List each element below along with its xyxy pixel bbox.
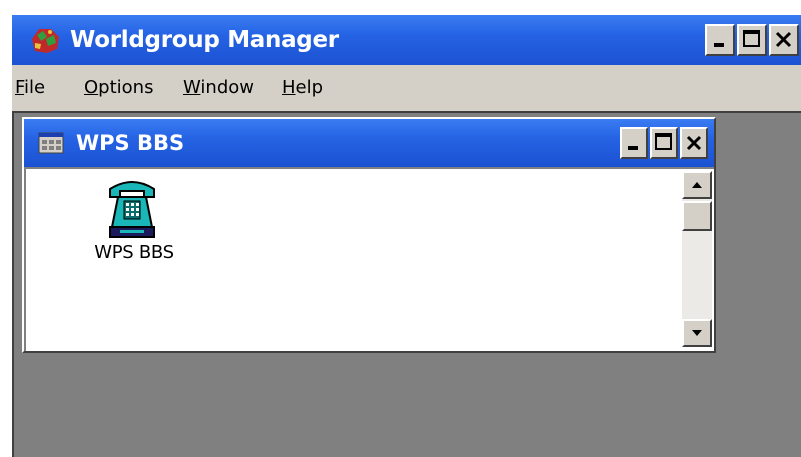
menu-window[interactable]: Window — [183, 77, 254, 99]
bbs-window-icon — [38, 132, 64, 154]
main-window: Worldgroup Manager File Options Window H… — [12, 15, 801, 457]
child-close-button[interactable] — [680, 127, 708, 159]
arrow-up-icon — [692, 182, 702, 188]
child-window-title: WPS BBS — [76, 131, 185, 155]
worldgroup-app-icon — [32, 29, 59, 53]
scroll-thumb[interactable] — [682, 201, 712, 231]
menu-file[interactable]: File — [15, 77, 45, 99]
minimize-button[interactable] — [705, 24, 735, 56]
telephone-icon[interactable] — [106, 177, 158, 239]
child-title-bar[interactable]: WPS BBS — [24, 119, 714, 167]
menu-options[interactable]: Options — [84, 77, 153, 99]
bbs-item-label[interactable]: WPS BBS — [74, 242, 194, 263]
app-title: Worldgroup Manager — [70, 27, 339, 53]
close-icon — [775, 31, 792, 48]
menu-bar: File Options Window Help — [12, 65, 801, 111]
maximize-icon — [743, 30, 760, 47]
arrow-down-icon — [692, 330, 702, 336]
child-maximize-button[interactable] — [650, 127, 678, 159]
menu-help[interactable]: Help — [282, 77, 323, 99]
vertical-scrollbar[interactable] — [682, 171, 712, 347]
maximize-icon — [655, 133, 672, 150]
child-window-wps-bbs: WPS BBS WPS BBS — [22, 117, 716, 353]
maximize-button[interactable] — [737, 24, 767, 56]
scroll-down-button[interactable] — [682, 319, 712, 347]
child-client-area: WPS BBS — [24, 167, 714, 351]
minimize-icon — [628, 146, 638, 150]
title-bar[interactable]: Worldgroup Manager — [12, 15, 801, 65]
scroll-up-button[interactable] — [682, 171, 712, 199]
child-minimize-button[interactable] — [620, 127, 648, 159]
close-icon — [686, 135, 702, 151]
minimize-icon — [714, 43, 724, 47]
mdi-workspace: WPS BBS WPS BBS — [12, 111, 801, 457]
close-button[interactable] — [769, 24, 799, 56]
